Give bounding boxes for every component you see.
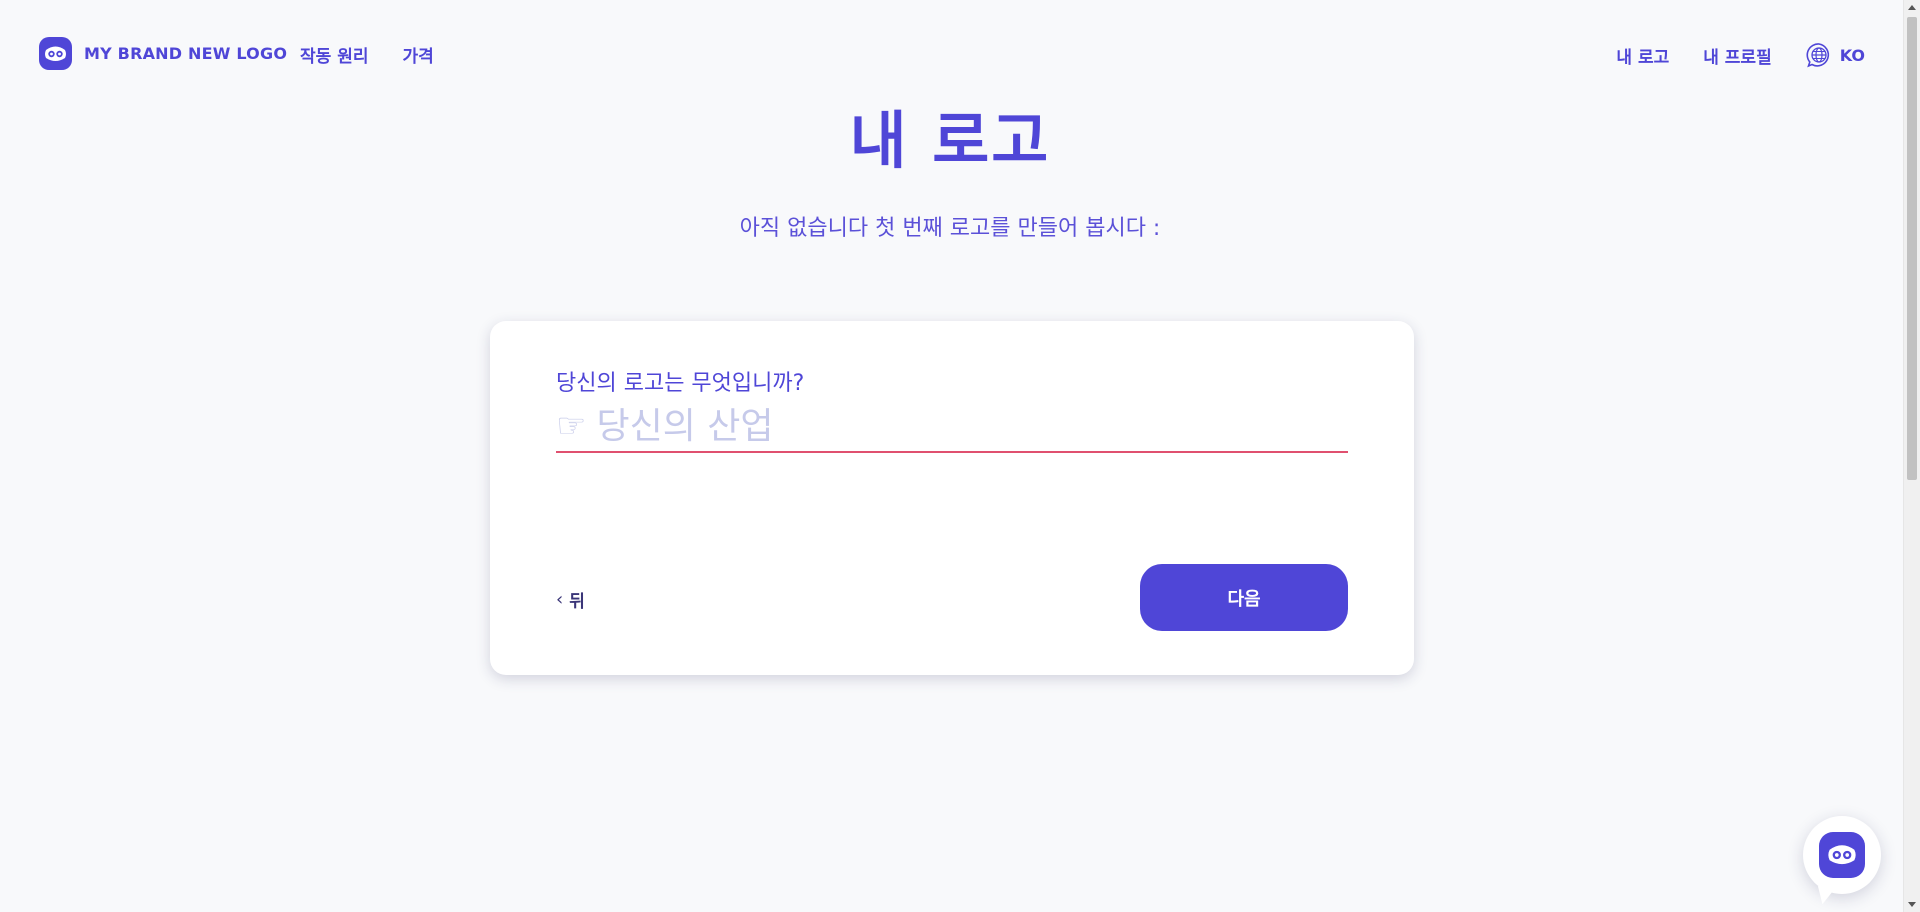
nav-how-it-works[interactable]: 작동 원리 [300, 42, 368, 67]
chat-widget-button[interactable] [1803, 816, 1881, 894]
brand-name: MY BRAND NEW LOGO [84, 44, 288, 63]
language-code: KO [1839, 45, 1865, 65]
back-label: 뒤 [569, 592, 585, 612]
logo-wizard-card: 당신의 로고는 무엇입니까? ☞ ‹ 뒤 다음 [490, 321, 1414, 675]
brand-mascot-icon [1819, 832, 1865, 878]
globe-chat-icon [1806, 43, 1829, 68]
next-button[interactable]: 다음 [1140, 564, 1348, 631]
brand-mascot-icon [39, 37, 72, 70]
question-label: 당신의 로고는 무엇입니까? [556, 371, 805, 396]
page: MY BRAND NEW LOGO 작동 원리 가격 내 로고 내 프로필 KO [0, 0, 1920, 912]
nav-my-logos[interactable]: 내 로고 [1616, 43, 1669, 68]
pointing-hand-icon: ☞ [556, 406, 587, 446]
scrollbar-thumb[interactable] [1907, 17, 1917, 480]
language-selector[interactable]: KO [1806, 42, 1865, 68]
scroll-up-arrow-icon[interactable] [1908, 5, 1916, 10]
page-title: 내 로고 [849, 104, 1051, 177]
page-subtitle: 아직 없습니다 첫 번째 로고를 만들어 봅시다 : [739, 216, 1161, 241]
back-button[interactable]: ‹ 뒤 [556, 587, 585, 612]
industry-input[interactable] [596, 402, 1348, 450]
nav-my-profile[interactable]: 내 프로필 [1703, 43, 1771, 68]
brand-logo-link[interactable]: MY BRAND NEW LOGO [39, 37, 287, 70]
account-nav: 내 로고 내 프로필 KO [1616, 42, 1865, 68]
nav-pricing[interactable]: 가격 [402, 42, 433, 67]
industry-input-wrapper: ☞ [556, 401, 1348, 453]
scroll-down-arrow-icon[interactable] [1908, 902, 1916, 907]
primary-nav: 작동 원리 가격 [300, 42, 434, 67]
chevron-left-icon: ‹ [556, 589, 564, 610]
vertical-scrollbar[interactable] [1903, 0, 1920, 912]
